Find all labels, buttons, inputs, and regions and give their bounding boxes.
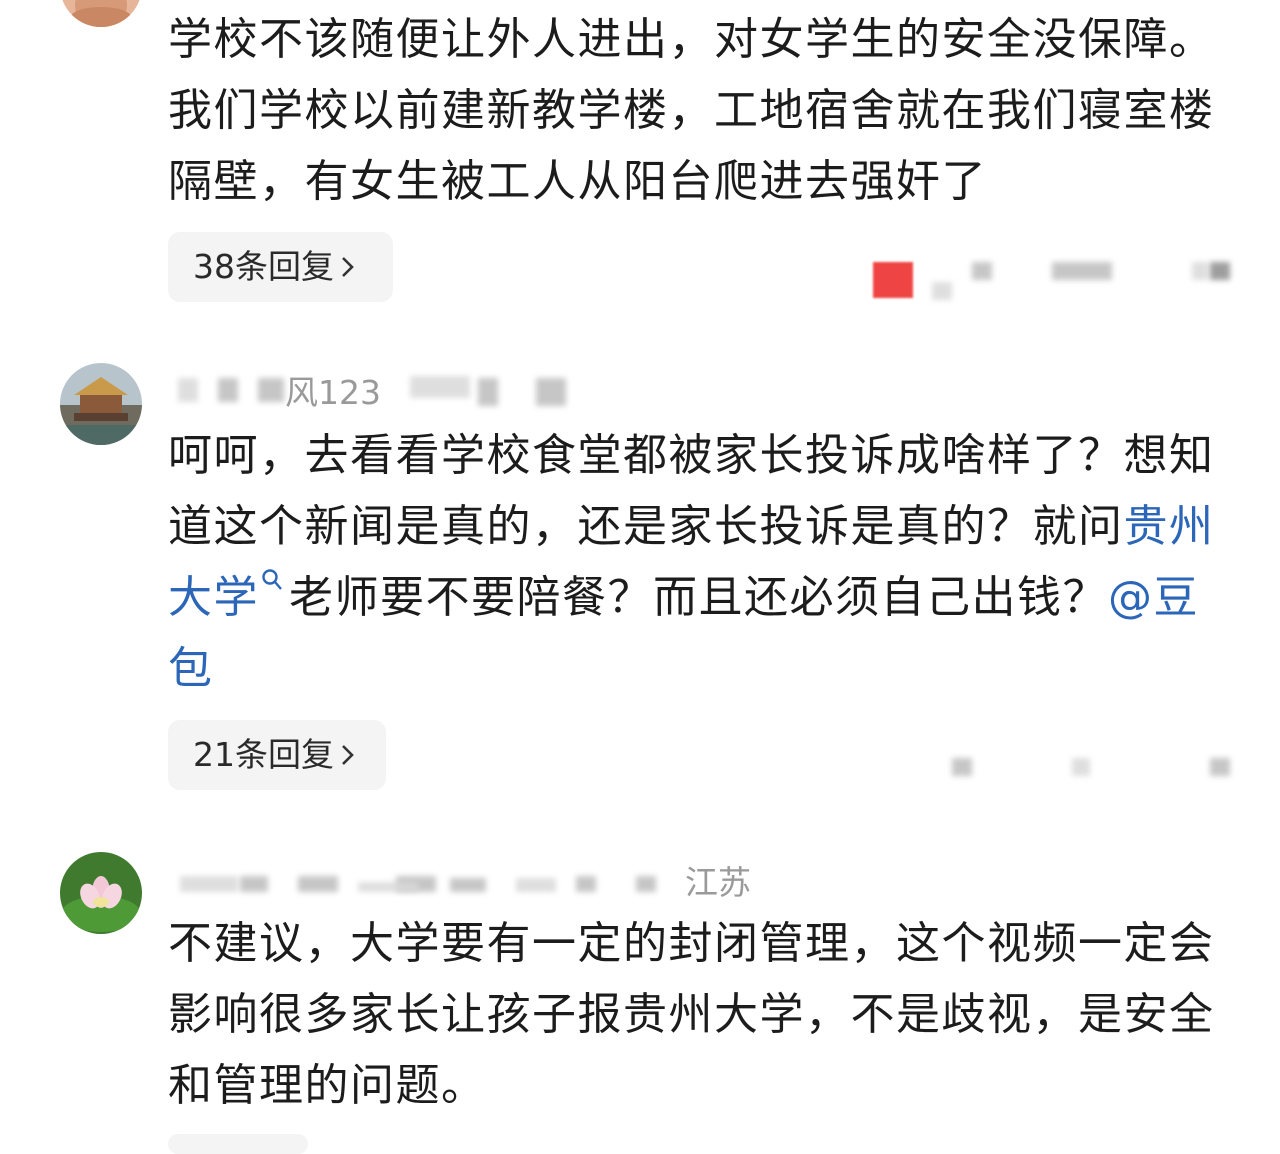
share-icon[interactable] [1052, 262, 1112, 280]
search-icon[interactable] [259, 562, 289, 602]
time-obscured [576, 876, 596, 892]
username[interactable]: 风123 [285, 366, 381, 414]
location-obscured [536, 378, 566, 406]
replies-label: 21条回复 [193, 735, 334, 774]
replies-label: 38条回复 [193, 247, 334, 286]
username-obscured [258, 378, 284, 402]
time-obscured [516, 878, 556, 892]
comment-body: 学校不该随便让外人进出，对女学生的安全没保障。我们学校以前建新教学楼，工地宿舍就… [168, 14, 1215, 207]
comment-icon[interactable] [972, 262, 992, 280]
comment-body: 不建议，大学要有一定的封闭管理，这个视频一定会影响很多家长让孩子报贵州大学，不是… [168, 918, 1215, 1111]
username-obscured [180, 876, 238, 892]
replies-button-partial[interactable] [168, 1134, 308, 1154]
more-icon[interactable] [1192, 262, 1208, 280]
avatar[interactable] [60, 363, 142, 445]
comment-text: 老师要不要陪餐？而且还必须自己出钱？ [289, 572, 1108, 623]
time-obscured [358, 882, 418, 892]
comment-text: 呵呵，去看看学校食堂都被家长投诉成啥样了？想知道这个新闻是真的，还是家长投诉是真… [168, 430, 1215, 552]
like-icon[interactable] [873, 262, 913, 298]
chevron-right-icon [340, 720, 356, 790]
dislike-icon[interactable] [1210, 262, 1230, 280]
replies-button[interactable]: 38条回复 [168, 232, 393, 302]
like-icon[interactable] [952, 758, 972, 776]
avatar[interactable] [60, 852, 142, 934]
username-obscured [240, 876, 268, 892]
time-obscured [478, 378, 498, 406]
username-obscured [178, 378, 198, 402]
username-obscured [218, 378, 238, 402]
avatar[interactable] [60, 0, 142, 27]
username-obscured [298, 876, 338, 892]
time-obscured [410, 376, 470, 398]
location: 江苏 [685, 863, 751, 902]
chevron-right-icon [340, 232, 356, 302]
time-obscured [450, 878, 486, 892]
time-obscured [636, 876, 656, 892]
dislike-icon[interactable] [1210, 758, 1230, 776]
comment-body: 呵呵，去看看学校食堂都被家长投诉成啥样了？想知道这个新闻是真的，还是家长投诉是真… [168, 420, 1243, 704]
like-count [932, 282, 952, 300]
comment-icon[interactable] [1072, 758, 1090, 776]
replies-button[interactable]: 21条回复 [168, 720, 386, 790]
